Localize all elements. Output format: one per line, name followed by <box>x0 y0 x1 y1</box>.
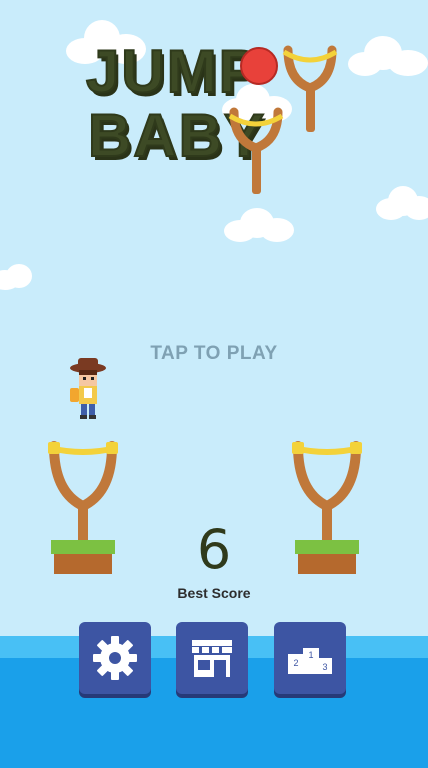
cloud <box>0 264 36 290</box>
leaderboard-button[interactable]: 2 1 3 <box>274 622 346 694</box>
baby-character <box>70 358 106 419</box>
title-decoration <box>228 45 338 194</box>
podium-label-3: 3 <box>322 662 327 672</box>
best-score-value: 6 <box>196 518 232 581</box>
slingshot-icon <box>228 107 284 194</box>
shop-icon <box>192 640 232 677</box>
cloud <box>224 208 294 242</box>
shop-button[interactable] <box>176 622 248 694</box>
slingshot-icon <box>282 45 338 132</box>
ball-icon <box>240 47 278 85</box>
best-score-label: Best Score <box>177 585 251 601</box>
podium-label-2: 2 <box>293 658 298 668</box>
cloud <box>348 36 428 76</box>
podium-icon: 2 1 3 <box>288 648 332 674</box>
podium-label-1: 1 <box>308 650 313 660</box>
tap-to-play-prompt[interactable]: TAP TO PLAY <box>0 343 428 365</box>
settings-button[interactable] <box>79 622 151 694</box>
gear-icon <box>93 636 137 680</box>
cloud <box>376 186 428 220</box>
